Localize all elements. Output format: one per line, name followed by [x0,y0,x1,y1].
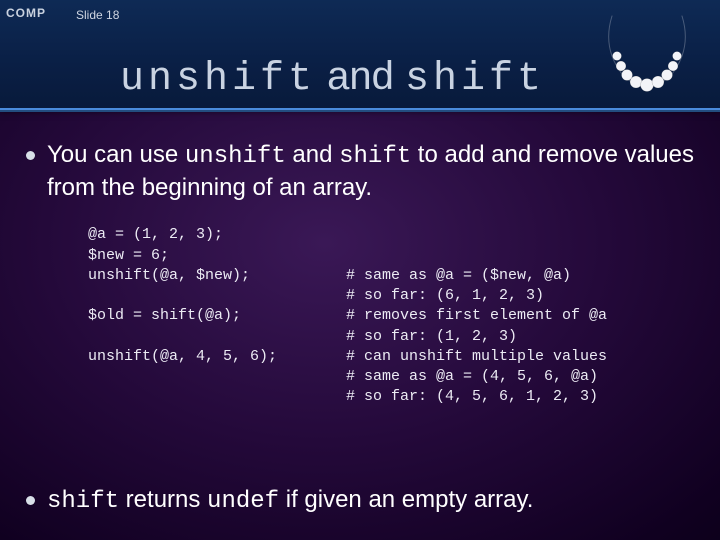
necklace-image [592,8,702,98]
code-block: @a = (1, 2, 3); $new = 6; unshift(@a, $n… [88,225,694,407]
bullet2-code-undef: undef [207,488,279,515]
bullet1-code-unshift: unshift [185,143,286,170]
bullet-text: You can use unshift and shift to add and… [47,140,694,203]
slide-header: COMP Slide 18 unshift and shift [0,0,720,110]
bullet-icon [26,496,35,505]
title-connector: and [316,54,405,98]
bullet1-t0: You can use [47,141,185,168]
bullet-item: shift returns undef if given an empty ar… [26,485,694,518]
bullet2-code-shift: shift [47,488,119,515]
code-column-right: # same as @a = ($new, @a) # so far: (6, … [346,225,694,407]
slide-number: Slide 18 [76,8,119,22]
code-column-left: @a = (1, 2, 3); $new = 6; unshift(@a, $n… [88,225,318,407]
bullet-icon [26,151,35,160]
slide-title: unshift and shift [120,54,545,102]
bullet-item: You can use unshift and shift to add and… [26,140,694,203]
slide: COMP Slide 18 unshift and shift [0,0,720,540]
bullet2-t2: if given an empty array. [279,486,533,513]
title-code-shift: shift [405,57,545,102]
bullet1-code-shift: shift [339,143,411,170]
bullet1-t1: and [286,141,339,168]
bullet2-t1: returns [119,486,207,513]
logo: COMP [6,6,46,20]
title-code-unshift: unshift [120,57,316,102]
bullet-text: shift returns undef if given an empty ar… [47,485,533,518]
slide-body: You can use unshift and shift to add and… [26,140,694,438]
